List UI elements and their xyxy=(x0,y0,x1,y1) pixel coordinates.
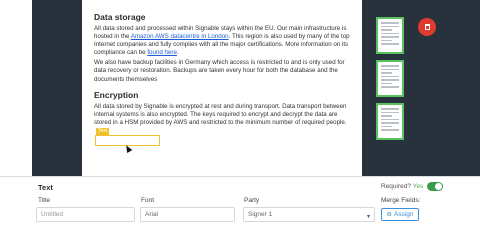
thumb-line xyxy=(381,32,399,34)
chevron-down-icon: ▾ xyxy=(366,214,370,220)
font-select[interactable]: Arial xyxy=(140,207,235,222)
thumb-line xyxy=(381,43,399,45)
thumb-line xyxy=(381,75,399,77)
page-thumbnail-3[interactable] xyxy=(376,103,404,140)
thumb-line xyxy=(381,122,399,124)
party-select[interactable]: Signer 1 ▾ xyxy=(243,207,375,222)
font-value: Arial xyxy=(145,211,159,218)
thumb-line xyxy=(381,22,399,24)
thumb-line xyxy=(381,29,392,31)
document-workspace: Data storage All data stored and process… xyxy=(0,0,480,176)
thumb-line xyxy=(381,86,399,88)
thumb-line xyxy=(381,115,392,117)
assign-button[interactable]: ⚙ Assign xyxy=(381,208,419,221)
party-label: Party xyxy=(244,197,260,204)
thumb-line xyxy=(381,79,399,81)
text-segment: . xyxy=(176,49,179,57)
thumb-line xyxy=(381,68,399,70)
page-thumbnail-1[interactable] xyxy=(376,17,404,54)
thumb-line xyxy=(381,82,392,84)
title-label: Title xyxy=(38,197,51,204)
required-label: Required? Yes xyxy=(381,183,423,190)
thumb-line xyxy=(381,39,392,41)
thumb-line xyxy=(381,108,399,110)
required-text: Required? xyxy=(381,183,411,190)
paragraph-encryption: All data stored by Signable is encrypted… xyxy=(94,102,347,126)
gear-icon: ⚙ xyxy=(386,212,392,218)
trash-icon xyxy=(424,24,430,30)
heading-encryption: Encryption xyxy=(94,89,139,100)
field-properties-panel: Text Required? Yes Title Untitled Font A… xyxy=(0,177,480,240)
thumb-line xyxy=(381,111,399,113)
thumb-line xyxy=(381,118,399,120)
compliance-link[interactable]: found here xyxy=(147,49,177,56)
thumb-line xyxy=(381,125,392,127)
title-placeholder: Untitled xyxy=(41,211,64,218)
heading-data-storage: Data storage xyxy=(94,12,146,22)
required-value: Yes xyxy=(412,183,424,190)
paragraph-backups: We also have backup facilities in German… xyxy=(94,59,345,83)
required-toggle[interactable] xyxy=(427,182,443,191)
paragraph-data-storage: All data stored and processed within Sig… xyxy=(94,25,350,57)
text-field-tag: Text xyxy=(96,128,110,135)
thumb-line xyxy=(381,36,399,38)
title-input[interactable]: Untitled xyxy=(36,207,135,222)
thumb-line xyxy=(381,72,392,74)
toggle-knob xyxy=(435,183,442,190)
delete-field-button[interactable] xyxy=(418,18,436,36)
aws-datacentre-link[interactable]: Amazon AWS datacentre in London xyxy=(131,33,229,40)
assign-label: Assign xyxy=(393,211,414,218)
party-value: Signer 1 xyxy=(248,211,273,218)
left-gutter xyxy=(0,0,32,176)
document-page[interactable]: Data storage All data stored and process… xyxy=(82,0,362,176)
thumb-line xyxy=(381,129,399,131)
panel-title: Text xyxy=(38,183,53,192)
merge-fields-label: Merge Fields: xyxy=(381,197,421,204)
thumb-line xyxy=(381,65,399,67)
font-label: Font xyxy=(141,197,155,204)
thumb-line xyxy=(381,25,399,27)
page-thumbnail-2[interactable] xyxy=(376,60,404,97)
